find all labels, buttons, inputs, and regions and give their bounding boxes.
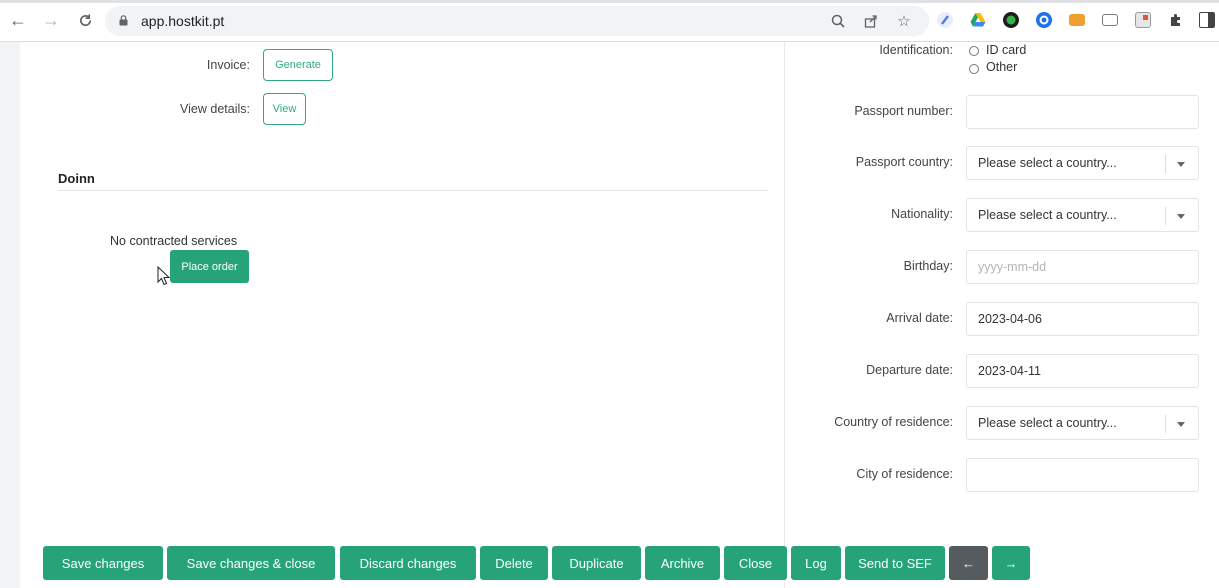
arrival-date-input[interactable]: 2023-04-06 <box>966 302 1199 336</box>
passport-number-input[interactable] <box>966 95 1199 129</box>
url-text: app.hostkit.pt <box>141 13 225 29</box>
duplicate-button[interactable]: Duplicate <box>552 546 641 580</box>
share-icon[interactable] <box>862 12 880 30</box>
nationality-label: Nationality: <box>891 207 953 221</box>
generate-invoice-button[interactable]: Generate <box>263 49 333 81</box>
reload-icon[interactable] <box>74 9 96 31</box>
zoom-icon[interactable] <box>829 12 847 30</box>
extensions-puzzle-icon[interactable] <box>1168 12 1184 28</box>
close-button[interactable]: Close <box>724 546 787 580</box>
lock-icon <box>119 15 128 26</box>
extension-icon-6[interactable] <box>1102 14 1118 26</box>
discard-changes-button[interactable]: Discard changes <box>340 546 476 580</box>
residence-country-select[interactable]: Please select a country... <box>966 406 1199 440</box>
tab-strip-edge <box>0 0 1219 3</box>
arrival-date-label: Arrival date: <box>886 311 953 325</box>
chevron-down-icon[interactable] <box>1177 162 1185 167</box>
birthday-label: Birthday: <box>903 259 953 273</box>
birthday-input[interactable]: yyyy-mm-dd <box>966 250 1199 284</box>
chevron-down-icon[interactable] <box>1177 422 1185 427</box>
passport-number-label: Passport number: <box>854 104 953 118</box>
forward-icon[interactable]: → <box>40 9 62 31</box>
passport-country-select[interactable]: Please select a country... <box>966 146 1199 180</box>
address-bar[interactable]: app.hostkit.pt ☆ <box>105 6 929 36</box>
radio-other-label: Other <box>986 60 1018 74</box>
residence-city-label: City of residence: <box>856 467 953 481</box>
select-separator <box>1165 415 1166 433</box>
place-order-button[interactable]: Place order <box>170 250 249 283</box>
log-button[interactable]: Log <box>791 546 841 580</box>
left-panel <box>20 42 784 588</box>
save-changes-button[interactable]: Save changes <box>43 546 163 580</box>
passport-country-value: Please select a country... <box>978 156 1117 170</box>
residence-country-label: Country of residence: <box>834 415 953 429</box>
view-details-button[interactable]: View <box>263 93 306 125</box>
extension-icon-4[interactable] <box>1036 12 1052 28</box>
select-separator <box>1165 155 1166 173</box>
view-details-label: View details: <box>180 102 250 116</box>
invoice-label: Invoice: <box>206 58 250 72</box>
delete-button[interactable]: Delete <box>480 546 548 580</box>
radio-id-card[interactable] <box>969 46 979 56</box>
residence-city-input[interactable] <box>966 458 1199 492</box>
departure-date-label: Departure date: <box>866 363 953 377</box>
extension-icon-5[interactable] <box>1069 14 1085 26</box>
google-drive-icon[interactable] <box>970 12 986 28</box>
section-divider <box>58 190 768 191</box>
bookmark-star-icon[interactable]: ☆ <box>895 12 913 30</box>
extension-icon-1[interactable] <box>937 12 953 28</box>
departure-date-input[interactable]: 2023-04-11 <box>966 354 1199 388</box>
previous-arrow-button[interactable]: ← <box>949 546 988 580</box>
extension-icon-7[interactable] <box>1135 12 1151 28</box>
select-separator <box>1165 207 1166 225</box>
action-toolbar: Save changes Save changes & close Discar… <box>0 542 1219 584</box>
nationality-value: Please select a country... <box>978 208 1117 222</box>
save-close-button[interactable]: Save changes & close <box>167 546 335 580</box>
archive-button[interactable]: Archive <box>645 546 720 580</box>
no-services-text: No contracted services <box>110 234 238 248</box>
back-icon[interactable]: ← <box>7 9 29 31</box>
nationality-select[interactable]: Please select a country... <box>966 198 1199 232</box>
section-title-doinn: Doinn <box>58 171 95 186</box>
browser-toolbar: ← → app.hostkit.pt ☆ <box>0 0 1219 42</box>
mouse-cursor-icon <box>157 266 171 286</box>
radio-id-card-label: ID card <box>986 43 1027 57</box>
send-to-sef-button[interactable]: Send to SEF <box>845 546 945 580</box>
passport-country-label: Passport country: <box>855 155 953 169</box>
extension-icon-3[interactable] <box>1003 12 1019 28</box>
side-panel-icon[interactable] <box>1199 12 1215 28</box>
residence-country-value: Please select a country... <box>978 416 1117 430</box>
radio-other[interactable] <box>969 64 979 74</box>
next-arrow-button[interactable]: → <box>992 546 1030 580</box>
chevron-down-icon[interactable] <box>1177 214 1185 219</box>
identification-label: Identification: <box>879 43 953 57</box>
